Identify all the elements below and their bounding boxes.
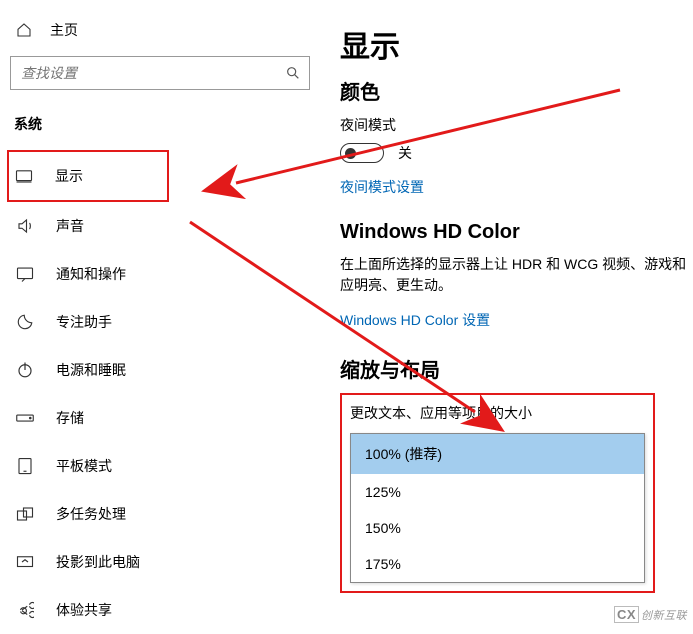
sidebar-item-multitask[interactable]: 多任务处理 (10, 490, 320, 538)
search-icon (285, 65, 301, 81)
scale-dropdown[interactable]: 100% (推荐) 125% 150% 175% (350, 433, 645, 583)
watermark: CX创新互联 (614, 606, 687, 623)
sidebar-item-tablet[interactable]: 平板模式 (10, 442, 320, 490)
sidebar-item-home[interactable]: 主页 (10, 10, 320, 50)
night-mode-settings-link[interactable]: 夜间模式设置 (340, 177, 693, 197)
scale-option-150[interactable]: 150% (351, 510, 644, 546)
sidebar-item-label: 多任务处理 (56, 504, 126, 524)
sidebar-item-power[interactable]: 电源和睡眠 (10, 346, 320, 394)
sidebar-item-label: 投影到此电脑 (56, 552, 140, 572)
share-icon (16, 601, 34, 619)
scale-label: 更改文本、应用等项目的大小 (350, 403, 645, 423)
main-content: 显示 颜色 夜间模式 关 夜间模式设置 Windows HD Color 在上面… (320, 0, 693, 629)
sidebar-section-label: 系统 (10, 104, 320, 150)
home-icon (16, 21, 32, 39)
sidebar-item-notifications[interactable]: 通知和操作 (10, 250, 320, 298)
sidebar-item-storage[interactable]: 存储 (10, 394, 320, 442)
hd-color-heading: Windows HD Color (340, 221, 693, 244)
sidebar-item-focus[interactable]: 专注助手 (10, 298, 320, 346)
moon-icon (16, 313, 34, 331)
sidebar-item-share[interactable]: 体验共享 (10, 586, 320, 634)
sidebar-item-label: 体验共享 (56, 600, 112, 620)
notification-icon (16, 266, 34, 282)
settings-sidebar: 主页 系统 显示 声音 通知和操作 (0, 0, 320, 629)
page-title: 显示 (340, 22, 693, 66)
sidebar-item-projection[interactable]: 投影到此电脑 (10, 538, 320, 586)
sidebar-item-label: 通知和操作 (56, 264, 126, 284)
power-icon (16, 361, 34, 379)
hd-color-settings-link[interactable]: Windows HD Color 设置 (340, 310, 693, 330)
multitask-icon (16, 506, 34, 522)
tablet-icon (16, 457, 34, 475)
color-heading: 颜色 (340, 76, 693, 105)
sound-icon (16, 217, 34, 235)
scale-option-125[interactable]: 125% (351, 474, 644, 510)
sidebar-item-label: 显示 (55, 166, 83, 186)
hd-color-description: 在上面所选择的显示器上让 HDR 和 WCG 视频、游戏和应明亮、更生动。 (340, 254, 693, 296)
sidebar-item-label: 电源和睡眠 (56, 360, 126, 380)
sidebar-item-sound[interactable]: 声音 (10, 202, 320, 250)
scale-option-100[interactable]: 100% (推荐) (351, 434, 644, 474)
scale-section-highlight: 更改文本、应用等项目的大小 100% (推荐) 125% 150% 175% (340, 393, 655, 593)
sidebar-home-label: 主页 (50, 20, 78, 40)
projection-icon (16, 554, 34, 570)
scale-option-175[interactable]: 175% (351, 546, 644, 582)
sidebar-item-label: 平板模式 (56, 456, 112, 476)
display-icon (15, 168, 33, 184)
sidebar-item-label: 声音 (56, 216, 84, 236)
search-input[interactable] (19, 64, 285, 82)
night-mode-label: 夜间模式 (340, 115, 693, 135)
scale-heading: 缩放与布局 (340, 354, 693, 383)
sidebar-item-display[interactable]: 显示 (7, 150, 169, 202)
sidebar-item-label: 存储 (56, 408, 84, 428)
storage-icon (16, 412, 34, 424)
night-mode-toggle[interactable] (340, 143, 384, 163)
sidebar-item-label: 专注助手 (56, 312, 112, 332)
search-input-container[interactable] (10, 56, 310, 90)
night-mode-state: 关 (398, 143, 412, 163)
